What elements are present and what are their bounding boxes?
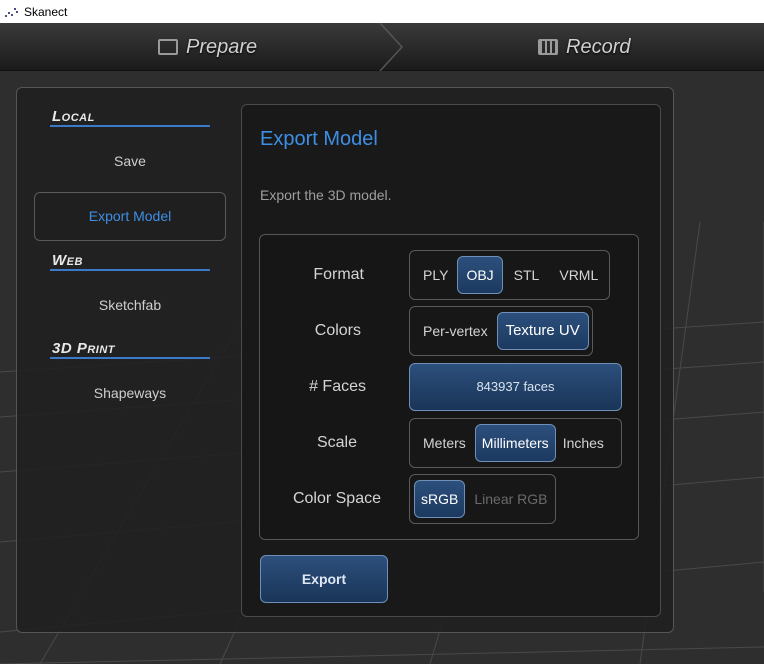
scale-selector: Meters Millimeters Inches xyxy=(409,418,622,468)
section-divider xyxy=(50,357,210,359)
scale-label: Scale xyxy=(316,434,357,451)
window-title: Skanect xyxy=(24,4,68,19)
format-selector: PLY OBJ STL VRML xyxy=(409,250,610,300)
section-divider xyxy=(50,125,210,127)
section-heading-local: Local xyxy=(52,108,95,125)
skanect-app-icon xyxy=(4,5,18,19)
color-space-selector: sRGB Linear RGB xyxy=(409,474,556,524)
faces-label: # Faces xyxy=(309,378,366,395)
sidebar-item-save[interactable]: Save xyxy=(34,153,226,169)
title-bar: Skanect xyxy=(0,0,764,23)
sidebar-item-sketchfab[interactable]: Sketchfab xyxy=(34,297,226,313)
colors-option-per-vertex[interactable]: Per-vertex xyxy=(414,312,497,350)
format-option-ply[interactable]: PLY xyxy=(414,256,457,294)
color-space-label: Color Space xyxy=(292,490,381,507)
prepare-icon xyxy=(158,39,178,55)
color-space-option-srgb[interactable]: sRGB xyxy=(414,480,466,518)
page-title: Export Model xyxy=(260,128,378,150)
faces-count-field[interactable]: 843937 faces xyxy=(409,363,622,411)
format-option-vrml[interactable]: VRML xyxy=(550,256,607,294)
colors-label: Colors xyxy=(314,322,361,339)
section-heading-web: Web xyxy=(52,252,83,269)
section-heading-3d-print: 3D Print xyxy=(52,340,116,357)
workflow-nav: Prepare Record xyxy=(0,23,764,71)
sidebar-item-shapeways[interactable]: Shapeways xyxy=(34,385,226,401)
colors-option-texture-uv[interactable]: Texture UV xyxy=(496,312,589,350)
format-label: Format xyxy=(313,266,364,283)
tab-record[interactable]: Record xyxy=(538,23,630,71)
scale-option-millimeters[interactable]: Millimeters xyxy=(474,424,556,462)
tab-prepare-label: Prepare xyxy=(186,35,258,58)
page-description: Export the 3D model. xyxy=(260,187,392,203)
color-space-option-linear-rgb[interactable]: Linear RGB xyxy=(465,480,556,518)
scale-option-inches[interactable]: Inches xyxy=(556,424,611,462)
chevron-right-icon xyxy=(379,23,404,71)
scale-option-meters[interactable]: Meters xyxy=(414,424,475,462)
section-divider xyxy=(50,269,210,271)
format-option-stl[interactable]: STL xyxy=(505,256,549,294)
tab-prepare[interactable]: Prepare xyxy=(158,23,257,71)
sidebar-item-export-model[interactable]: Export Model xyxy=(34,192,226,241)
film-icon xyxy=(538,39,558,55)
tab-record-label: Record xyxy=(566,35,631,58)
format-option-obj[interactable]: OBJ xyxy=(457,256,503,294)
colors-selector: Per-vertex Texture UV xyxy=(409,306,593,356)
export-button[interactable]: Export xyxy=(260,555,388,603)
